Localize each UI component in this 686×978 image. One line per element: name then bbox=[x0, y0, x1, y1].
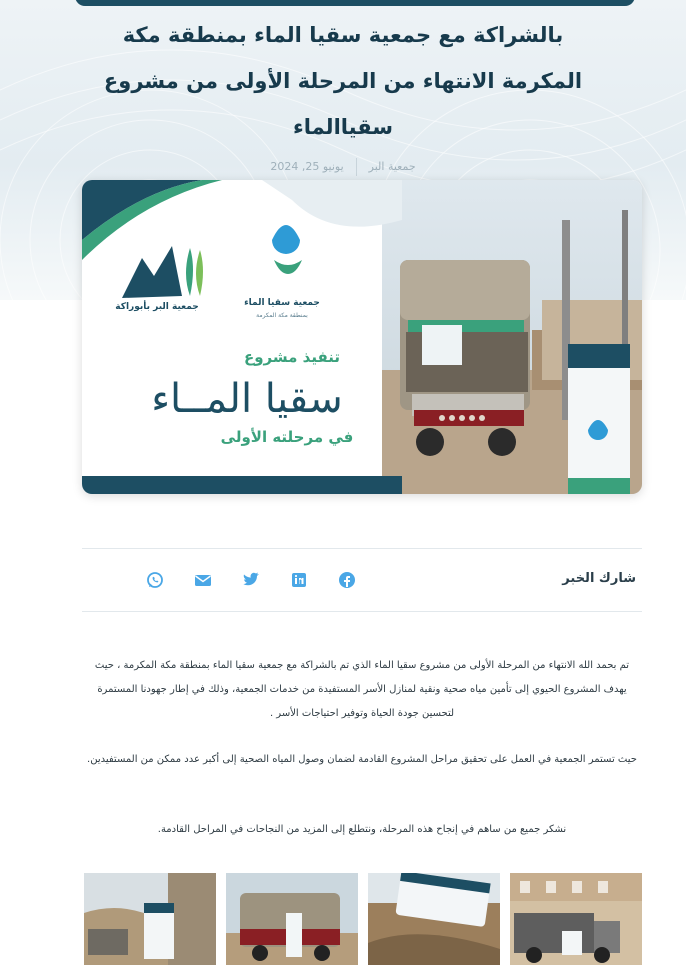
linkedin-icon[interactable] bbox=[288, 569, 310, 591]
banner-decor bbox=[82, 180, 402, 494]
gallery-photo-house bbox=[510, 873, 642, 965]
facebook-icon[interactable] bbox=[336, 569, 358, 591]
gallery-photo-site bbox=[84, 873, 216, 965]
gallery-thumb-3[interactable] bbox=[226, 873, 358, 965]
org-left-label: جمعية البر بأبوراكة bbox=[115, 302, 199, 312]
article-author[interactable]: جمعية البر bbox=[357, 160, 428, 173]
body-paragraph-1: تم بحمد الله الانتهاء من المرحلة الأولى … bbox=[94, 660, 630, 719]
phase-label: في مرحلته الأولى bbox=[220, 428, 354, 446]
whatsapp-icon[interactable] bbox=[144, 569, 166, 591]
banner-brand-area: جمعية البر بأبوراكة جمعية سقيا الماء بمن… bbox=[82, 180, 402, 494]
gallery-thumb-4[interactable] bbox=[84, 873, 216, 965]
project-name: سقيا المــاء bbox=[151, 376, 343, 422]
gallery-thumb-2[interactable] bbox=[368, 873, 500, 965]
org-right-sub: بمنطقة مكة المكرمة bbox=[256, 312, 308, 319]
article-date: يونيو 25, 2024 bbox=[270, 160, 344, 173]
water-drop-logo-icon bbox=[272, 225, 300, 254]
org-right-label: جمعية سقيا الماء bbox=[244, 298, 320, 308]
body-paragraph-3: نشكر جميع من ساهم في إنجاح هذه المرحلة، … bbox=[157, 824, 567, 835]
email-icon[interactable] bbox=[192, 569, 214, 591]
featured-banner-image: جمعية البر بأبوراكة جمعية سقيا الماء بمن… bbox=[82, 180, 642, 494]
title-line-1: بالشراكة مع جمعية سقيا الماء بمنطقة مكة bbox=[122, 23, 564, 47]
photo-gallery bbox=[82, 873, 642, 965]
twitter-icon[interactable] bbox=[240, 569, 262, 591]
article-meta: جمعية البر يونيو 25, 2024 bbox=[0, 158, 686, 176]
albir-logo-icon bbox=[122, 246, 182, 298]
gallery-photo-tanker bbox=[226, 873, 358, 965]
share-icons bbox=[140, 569, 360, 593]
share-label: شارك الخبر bbox=[562, 571, 636, 586]
share-bar: شارك الخبر bbox=[82, 548, 642, 612]
title-line-3: سقياالماء bbox=[292, 115, 393, 139]
page-title: بالشراكة مع جمعية سقيا الماء بمنطقة مكة … bbox=[40, 12, 646, 150]
title-line-2: المكرمة الانتهاء من المرحلة الأولى من مش… bbox=[103, 69, 583, 93]
body-paragraph-2: حيث تستمر الجمعية في العمل على تحقيق مرا… bbox=[87, 754, 637, 765]
implement-label: تنفيذ مشروع bbox=[243, 348, 340, 366]
gallery-thumb-1[interactable] bbox=[510, 873, 642, 965]
top-tab-bar bbox=[75, 0, 635, 6]
gallery-photo-banner bbox=[368, 873, 500, 965]
tanker-truck-photo bbox=[382, 180, 642, 494]
